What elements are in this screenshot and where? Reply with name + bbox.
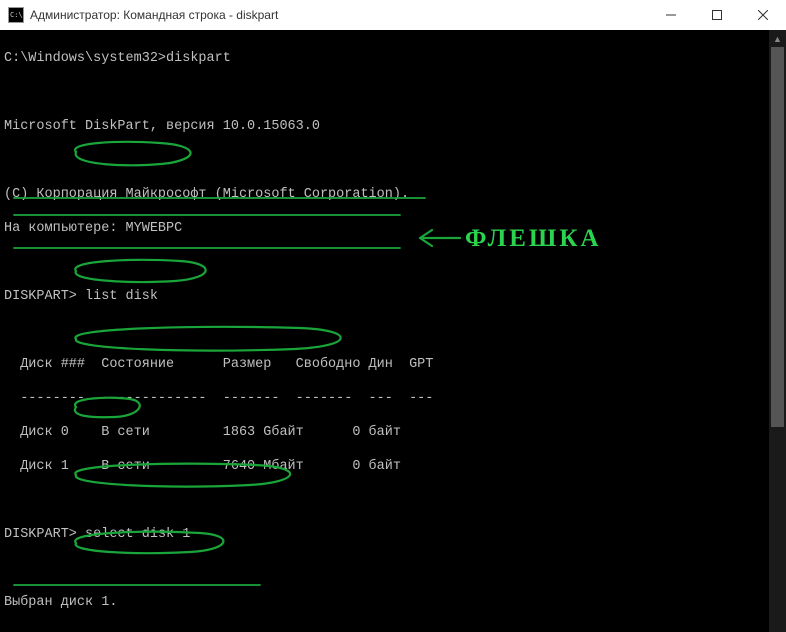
close-button[interactable] [740, 0, 786, 30]
terminal-output[interactable]: C:\Windows\system32>diskpart Microsoft D… [0, 30, 786, 632]
computer-line: На компьютере: MYWEBPC [4, 221, 182, 236]
titlebar[interactable]: C:\ Администратор: Командная строка - di… [0, 0, 786, 31]
cmd-icon: C:\ [8, 7, 24, 23]
version-line: Microsoft DiskPart, версия 10.0.15063.0 [4, 119, 320, 134]
prompt: DISKPART> [4, 527, 77, 542]
disk-header: Диск ### Состояние Размер Свободно Дин G… [4, 357, 433, 372]
path-line: C:\Windows\system32>diskpart [4, 51, 231, 66]
prompt: DISKPART> [4, 289, 77, 304]
svg-text:C:\: C:\ [10, 11, 23, 19]
disk-divider: -------- ------------- ------- ------- -… [4, 391, 433, 406]
cmd-select-disk: select disk 1 [85, 527, 190, 542]
minimize-button[interactable] [648, 0, 694, 30]
window-controls [648, 0, 786, 30]
disk-row-1: Диск 1 В сети 7640 Mбайт 0 байт [4, 459, 401, 474]
scroll-thumb[interactable] [771, 47, 784, 427]
cmd-list-disk: list disk [85, 289, 158, 304]
scrollbar[interactable]: ▲ [769, 30, 786, 632]
console-window: C:\ Администратор: Командная строка - di… [0, 0, 786, 632]
maximize-button[interactable] [694, 0, 740, 30]
msg-selected: Выбран диск 1. [4, 595, 117, 610]
scroll-up-icon[interactable]: ▲ [769, 30, 786, 47]
copyright-line: (С) Корпорация Майкрософт (Microsoft Cor… [4, 187, 409, 202]
disk-row-0: Диск 0 В сети 1863 Gбайт 0 байт [4, 425, 401, 440]
window-title: Администратор: Командная строка - diskpa… [30, 8, 648, 22]
